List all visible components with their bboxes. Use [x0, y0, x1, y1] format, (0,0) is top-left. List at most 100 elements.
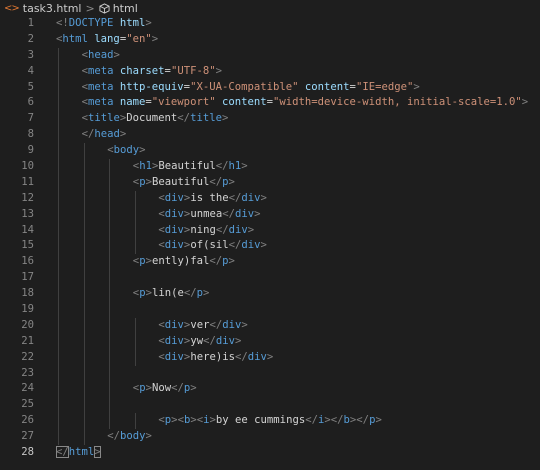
code-line[interactable]: 8 </head>: [0, 127, 540, 144]
code-token: head: [94, 128, 120, 141]
code-token: "X-UA-Compatible": [190, 80, 299, 93]
code-line[interactable]: 24 <p>Now</p>: [0, 381, 540, 398]
indent-guide: [83, 270, 85, 287]
code-editor[interactable]: 1 <!DOCTYPE html> 2 <html lang="en"> 3 <head>…: [0, 16, 540, 461]
line-number: 27: [21, 430, 34, 443]
code-line[interactable]: 3 <head>: [0, 47, 540, 64]
code-line[interactable]: 21 <div>yw</div>: [0, 333, 540, 350]
code-token: http-equiv: [119, 80, 184, 93]
code-token: div: [164, 334, 184, 347]
code-token: </: [56, 446, 69, 459]
code-token: </: [330, 414, 344, 427]
code-line[interactable]: 17: [0, 270, 540, 287]
code-token: </: [356, 414, 370, 427]
code-token: div: [164, 318, 184, 331]
code-line[interactable]: 14 <div>ning</div>: [0, 222, 540, 239]
code-text: <p>ently)fal</p>: [133, 254, 235, 270]
code-token: >: [139, 144, 146, 157]
indent-guide: [109, 222, 111, 239]
indent-guide: [109, 238, 111, 255]
code-line[interactable]: 25: [0, 397, 540, 414]
code-line[interactable]: 9 <body>: [0, 143, 540, 160]
code-line[interactable]: 23: [0, 365, 540, 382]
code-line[interactable]: 5 <meta http-equiv="X-UA-Compatible" cont…: [0, 79, 540, 96]
code-token: div: [228, 223, 248, 236]
indent-guide: [58, 381, 59, 398]
indent-guide: [134, 333, 136, 350]
code-token: ver: [190, 318, 210, 331]
code-line[interactable]: 15 <div>of(sil</div>: [0, 238, 540, 255]
code-token: >: [521, 96, 529, 109]
indent-guide: [109, 413, 111, 430]
code-token: Beautiful: [158, 160, 216, 173]
html-file-icon: <>: [4, 2, 20, 14]
indent-guide: [109, 349, 111, 366]
indent-guide: [58, 63, 59, 80]
code-token: by ee cummings: [215, 414, 306, 427]
line-number: 21: [21, 334, 34, 347]
code-token: "UTF-8": [170, 64, 216, 77]
code-token: <!: [56, 17, 69, 29]
code-line[interactable]: 22 <div>here)is</div>: [0, 349, 540, 366]
breadcrumb-element[interactable]: html: [113, 2, 138, 15]
code-token: >: [266, 350, 274, 363]
code-token: >: [260, 239, 267, 252]
code-token: >: [241, 160, 248, 173]
code-token: Now: [151, 382, 172, 395]
code-token: div: [164, 223, 184, 236]
indent-guide: [83, 413, 85, 430]
code-text: <div>of(sil</div>: [158, 238, 267, 254]
code-line[interactable]: 13 <div>unmea</div>: [0, 206, 540, 223]
indent-guide: [83, 206, 85, 223]
indent-guide: [134, 317, 136, 334]
code-token: lang: [94, 32, 120, 45]
code-line[interactable]: 4 <meta charset="UTF-8">: [0, 63, 540, 80]
code-token: ently)fal: [151, 255, 210, 268]
indent-guide: [58, 143, 59, 160]
line-number: 18: [21, 287, 34, 300]
indent-guide: [83, 397, 85, 414]
line-number: 4: [27, 64, 34, 77]
indent-guide: [134, 206, 136, 223]
code-line[interactable]: 28 </html>: [0, 445, 540, 461]
code-token: meta: [87, 80, 114, 93]
code-text: </head>: [82, 127, 127, 143]
code-token: div: [164, 191, 184, 204]
code-line[interactable]: 16 <p>ently)fal</p>: [0, 254, 540, 271]
code-line[interactable]: 12 <div>is the</div>: [0, 190, 540, 207]
code-line[interactable]: 20 <div>ver</div>: [0, 317, 540, 334]
indent-guide: [83, 333, 85, 350]
code-line[interactable]: 26 <p><b><i>by ee cummings</i></b></p>: [0, 413, 540, 430]
code-token: body: [119, 430, 146, 443]
code-line[interactable]: 18 <p>lin(e</p>: [0, 286, 540, 303]
code-token: is the: [190, 191, 229, 204]
code-token: content: [304, 80, 350, 93]
indent-guide: [83, 365, 85, 382]
code-line[interactable]: 19: [0, 302, 540, 318]
code-line[interactable]: 7 <title>Document</title>: [0, 111, 540, 128]
code-text: <meta charset="UTF-8">: [82, 64, 222, 80]
code-token: h1: [228, 160, 242, 173]
code-text: </body>: [107, 429, 152, 445]
breadcrumb-file[interactable]: task3.html: [23, 2, 82, 15]
indent-guide: [58, 397, 59, 414]
code-token: div: [164, 207, 184, 220]
line-number: 8: [27, 128, 34, 141]
indent-guide: [58, 429, 59, 446]
indent-guide: [109, 381, 111, 398]
code-line[interactable]: 1 <!DOCTYPE html>: [0, 16, 540, 32]
line-number: 20: [21, 318, 34, 331]
code-line[interactable]: 10 <h1>Beautiful</h1>: [0, 159, 540, 175]
code-token: </: [107, 430, 120, 443]
code-line[interactable]: 6 <meta name="viewport" content="width=de…: [0, 95, 540, 112]
code-line[interactable]: 27 </body>: [0, 429, 540, 446]
code-line[interactable]: 2 <html lang="en">: [0, 32, 540, 48]
code-token: >: [254, 207, 261, 220]
code-line[interactable]: 11 <p>Beautiful</p>: [0, 174, 540, 191]
code-token: title: [87, 112, 120, 125]
line-number: 6: [27, 96, 34, 109]
indent-guide: [109, 206, 111, 223]
code-token: div: [241, 191, 261, 204]
line-number: 5: [27, 80, 34, 93]
code-text: <div>is the</div>: [158, 191, 267, 207]
